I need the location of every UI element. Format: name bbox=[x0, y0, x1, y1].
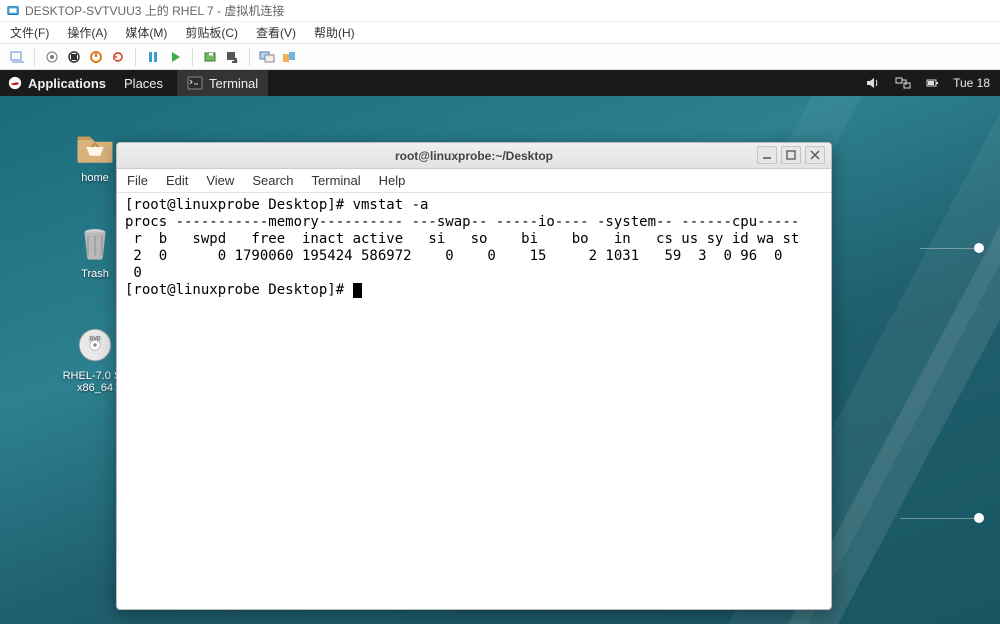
window-minimize-button[interactable] bbox=[757, 146, 777, 164]
host-toolbar bbox=[0, 44, 1000, 70]
redhat-icon bbox=[8, 76, 22, 90]
host-window-title: DESKTOP-SVTVUU3 上的 RHEL 7 - 虚拟机连接 bbox=[25, 2, 284, 19]
ctrl-alt-del-button[interactable] bbox=[8, 48, 26, 66]
term-menu-file[interactable]: File bbox=[127, 173, 148, 188]
dvd-icon: DVD bbox=[74, 324, 116, 366]
trash-icon bbox=[74, 222, 116, 264]
gnome-desktop[interactable]: home Trash DVD RHEL-7.0 Se x86_64 root@l… bbox=[0, 96, 1000, 624]
term-line: 0 bbox=[125, 265, 142, 281]
revert-button[interactable] bbox=[223, 48, 241, 66]
term-line: [root@linuxprobe Desktop]# vmstat -a bbox=[125, 197, 428, 213]
term-line: r b swpd free inact active si so bi bo i… bbox=[125, 231, 799, 247]
pause-button[interactable] bbox=[144, 48, 162, 66]
terminal-window: root@linuxprobe:~/Desktop File Edit View… bbox=[116, 142, 832, 610]
start-button[interactable] bbox=[43, 48, 61, 66]
menu-clipboard[interactable]: 剪贴板(C) bbox=[185, 24, 238, 41]
term-menu-view[interactable]: View bbox=[206, 173, 234, 188]
reset-button[interactable] bbox=[109, 48, 127, 66]
svg-text:DVD: DVD bbox=[89, 336, 100, 342]
applications-label: Applications bbox=[28, 76, 106, 91]
menu-help[interactable]: 帮助(H) bbox=[314, 24, 355, 41]
term-line: 2 0 0 1790060 195424 586972 0 0 15 2 103… bbox=[125, 248, 791, 264]
shutdown-button[interactable] bbox=[87, 48, 105, 66]
active-app-label: Terminal bbox=[209, 76, 258, 91]
places-menu[interactable]: Places bbox=[124, 76, 163, 91]
window-close-button[interactable] bbox=[805, 146, 825, 164]
terminal-output[interactable]: [root@linuxprobe Desktop]# vmstat -a pro… bbox=[117, 193, 831, 609]
host-menu-bar[interactable]: 文件(F) 操作(A) 媒体(M) 剪贴板(C) 查看(V) 帮助(H) bbox=[0, 22, 1000, 44]
hyperv-icon bbox=[6, 4, 20, 18]
menu-media[interactable]: 媒体(M) bbox=[125, 24, 167, 41]
applications-menu[interactable]: Applications bbox=[8, 76, 106, 91]
terminal-menu-bar[interactable]: File Edit View Search Terminal Help bbox=[117, 169, 831, 193]
folder-icon bbox=[74, 126, 116, 168]
term-menu-help[interactable]: Help bbox=[379, 173, 406, 188]
terminal-icon bbox=[187, 75, 203, 91]
share-button[interactable] bbox=[280, 48, 298, 66]
window-maximize-button[interactable] bbox=[781, 146, 801, 164]
desktop-icon-label: home bbox=[81, 172, 109, 184]
term-prompt: [root@linuxprobe Desktop]# bbox=[125, 282, 353, 298]
term-menu-terminal[interactable]: Terminal bbox=[312, 173, 361, 188]
terminal-title-bar[interactable]: root@linuxprobe:~/Desktop bbox=[117, 143, 831, 169]
menu-file[interactable]: 文件(F) bbox=[10, 24, 49, 41]
desktop-icon-label: Trash bbox=[81, 268, 109, 280]
network-icon[interactable] bbox=[895, 76, 911, 90]
active-app-indicator[interactable]: Terminal bbox=[177, 70, 268, 96]
term-menu-edit[interactable]: Edit bbox=[166, 173, 188, 188]
term-line: procs -----------memory---------- ---swa… bbox=[125, 214, 799, 230]
battery-icon[interactable] bbox=[925, 76, 939, 90]
menu-action[interactable]: 操作(A) bbox=[67, 24, 107, 41]
volume-icon[interactable] bbox=[865, 76, 881, 90]
gnome-top-panel: Applications Places Terminal Tue 18 bbox=[0, 70, 1000, 96]
resume-button[interactable] bbox=[166, 48, 184, 66]
clock-label[interactable]: Tue 18 bbox=[953, 76, 990, 90]
checkpoint-button[interactable] bbox=[201, 48, 219, 66]
terminal-title: root@linuxprobe:~/Desktop bbox=[117, 149, 831, 163]
terminal-cursor bbox=[353, 283, 362, 298]
enhanced-session-button[interactable] bbox=[258, 48, 276, 66]
term-menu-search[interactable]: Search bbox=[252, 173, 293, 188]
turn-off-button[interactable] bbox=[65, 48, 83, 66]
host-window-titlebar: DESKTOP-SVTVUU3 上的 RHEL 7 - 虚拟机连接 bbox=[0, 0, 1000, 22]
menu-view[interactable]: 查看(V) bbox=[256, 24, 296, 41]
